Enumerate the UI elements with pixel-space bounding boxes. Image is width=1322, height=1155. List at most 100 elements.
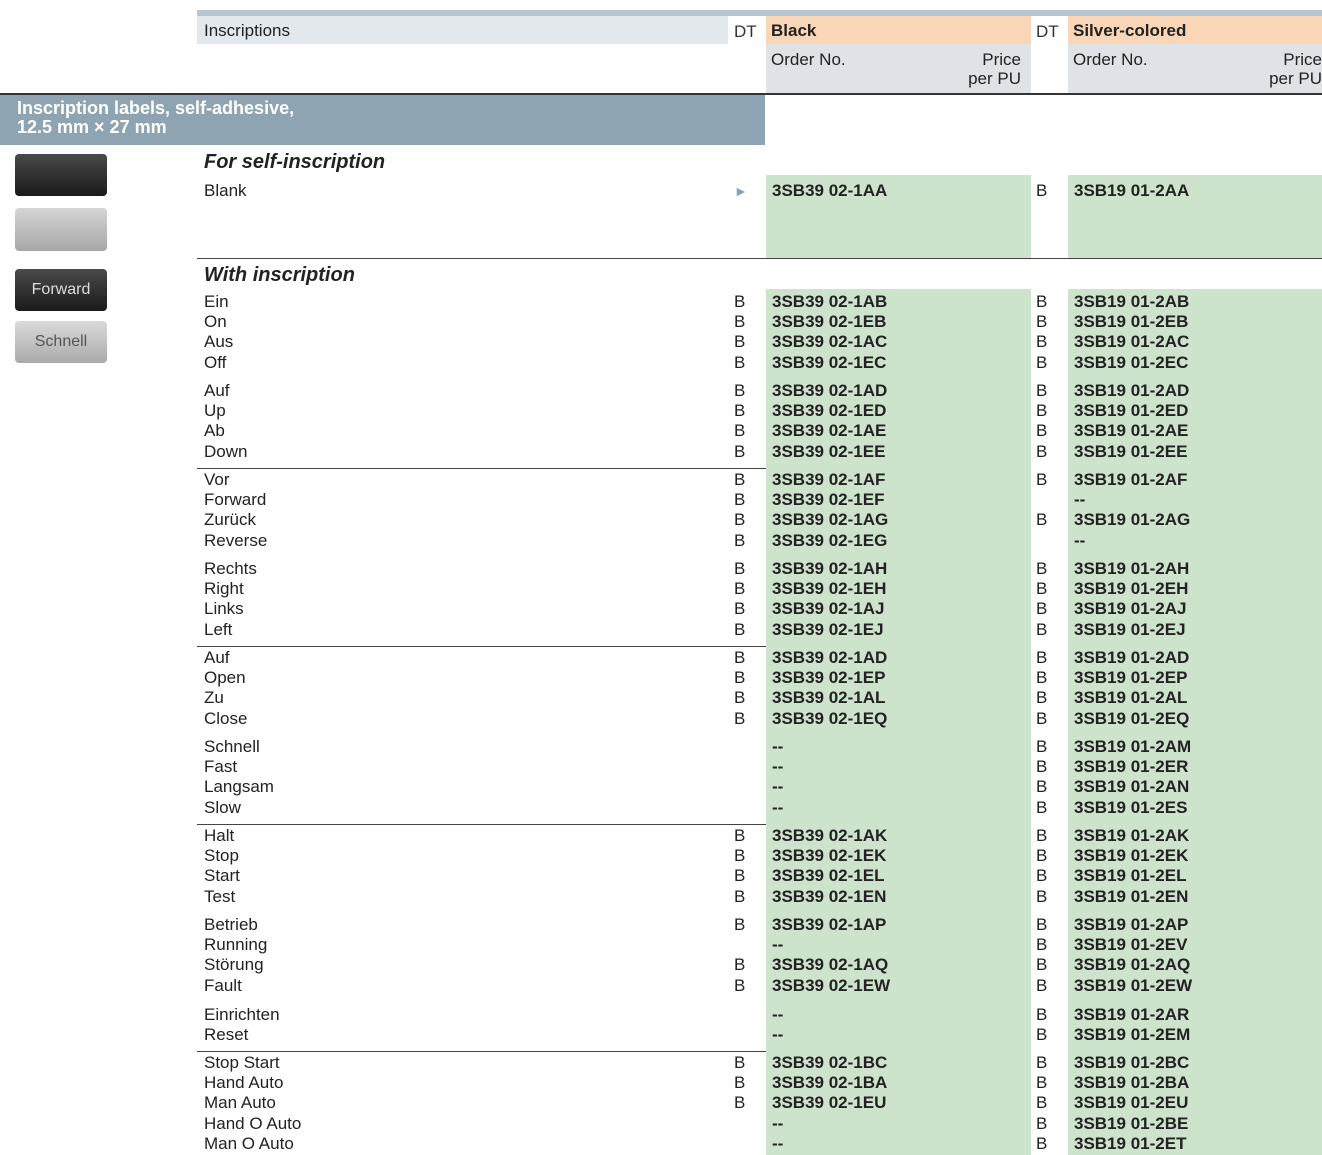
dt-black: B [734,599,746,618]
dt-silver: B [1036,470,1048,489]
dt-black: B [734,826,746,845]
dt-silver: B [1036,688,1048,707]
row-label: Links [204,599,244,618]
subheader-silver: Order No. Price per PU [1068,44,1322,93]
order-no-black: 3SB39 02-1EB [772,312,887,331]
row-label: Ab [204,421,225,440]
section-title: Inscription labels, self-adhesive, 12.5 m… [17,98,295,137]
order-no-black: 3SB39 02-1AL [772,688,886,707]
dt-black: B [734,353,746,372]
dt-black: B [734,846,746,865]
row-label: Störung [204,955,264,974]
header-dt-black: DT [734,22,757,41]
header-silver: Silver-colored [1068,16,1322,44]
schnell-label-swatch: Schnell [15,321,107,363]
row-label: Auf [204,381,230,400]
order-no-silver: 3SB19 01-2AJ [1074,599,1187,618]
dt-black: B [734,381,746,400]
dt-black: B [734,1093,746,1112]
order-no-black: 3SB39 02-1AP [772,915,887,934]
subheader-black: Order No. Price per PU [766,44,1031,93]
order-no-black: -- [772,757,784,776]
row-label: Hand O Auto [204,1114,302,1133]
dt-black: B [734,579,746,598]
order-no-black: 3SB39 02-1EQ [772,709,888,728]
order-no-silver: 3SB19 01-2EN [1074,887,1189,906]
dt-black: B [734,866,746,885]
row-label: Langsam [204,777,274,796]
dt-black: B [734,292,746,311]
dt-black: B [734,332,746,351]
dt-silver: B [1036,401,1048,420]
dt-silver: B [1036,381,1048,400]
row-label: Start [204,866,240,885]
order-no-black: -- [772,798,784,817]
order-no-silver: 3SB19 01-2AH [1074,559,1190,578]
order-no-black: 3SB39 02-1EN [772,887,887,906]
row-label: Right [204,579,244,598]
group-divider [197,1051,766,1052]
row-label: Halt [204,826,235,845]
order-no-silver: 3SB19 01-2EQ [1074,709,1190,728]
silver-label: Silver-colored [1073,21,1187,40]
order-no-silver: 3SB19 01-2EK [1074,846,1189,865]
order-no-silver: 3SB19 01-2EB [1074,312,1189,331]
row-label: Fast [204,757,238,776]
group-divider [197,824,766,825]
order-no-silver: 3SB19 01-2AD [1074,381,1190,400]
order-no-black: -- [772,777,784,796]
row-label: Reset [204,1025,249,1044]
order-no-silver: 3SB19 01-2EP [1074,668,1188,687]
dt-silver: B [1036,1005,1048,1024]
dt-black: B [734,648,746,667]
group-divider [197,258,1322,259]
order-no-silver: 3SB19 01-2EJ [1074,620,1186,639]
row-label: Reverse [204,531,268,550]
dt-silver: B [1036,798,1048,817]
dt-silver: B [1036,976,1048,995]
dt-black: B [734,510,746,529]
row-label: Down [204,442,248,461]
order-no-silver: 3SB19 01-2ER [1074,757,1189,776]
group-divider [197,468,766,469]
order-no-silver: 3SB19 01-2EW [1074,976,1193,995]
dt-silver: B [1036,955,1048,974]
row-label: Vor [204,470,230,489]
blank-row-label: Blank [204,181,247,200]
price-label: Price per PU [1269,50,1322,88]
row-label: Man O Auto [204,1134,294,1153]
row-label: On [204,312,227,331]
dt-silver: B [1036,1025,1048,1044]
row-label: Test [204,887,236,906]
order-no-black: -- [772,737,784,756]
dt-black: B [734,620,746,639]
group-divider [197,646,766,647]
dt-silver: B [1036,181,1048,200]
order-no-silver: 3SB19 01-2EV [1074,935,1188,954]
order-no-silver: -- [1074,531,1086,550]
order-no-silver: 3SB19 01-2AM [1074,737,1192,756]
order-no-black: 3SB39 02-1AD [772,381,888,400]
dt-silver: B [1036,332,1048,351]
order-no-label: Order No. [771,50,846,69]
dt-black: B [734,531,746,550]
row-label: Ein [204,292,229,311]
dt-silver: B [1036,421,1048,440]
order-no-black: 3SB39 02-1BA [772,1073,888,1092]
order-no-silver: 3SB19 01-2AA [1074,181,1190,200]
dt-black: B [734,1053,746,1072]
order-no-black: 3SB39 02-1AK [772,826,888,845]
black-label-swatch [15,154,107,196]
dt-black: B [734,1073,746,1092]
dt-silver: B [1036,777,1048,796]
dt-silver: B [1036,915,1048,934]
order-no-silver: 3SB19 01-2EM [1074,1025,1191,1044]
row-label: Fault [204,976,242,995]
dt-silver: B [1036,1114,1048,1133]
row-label: Schnell [204,737,260,756]
row-label: Betrieb [204,915,258,934]
order-no-silver: 3SB19 01-2AC [1074,332,1190,351]
row-label: Stop [204,846,239,865]
order-no-silver: 3SB19 01-2BA [1074,1073,1190,1092]
order-no-black: 3SB39 02-1EJ [772,620,884,639]
